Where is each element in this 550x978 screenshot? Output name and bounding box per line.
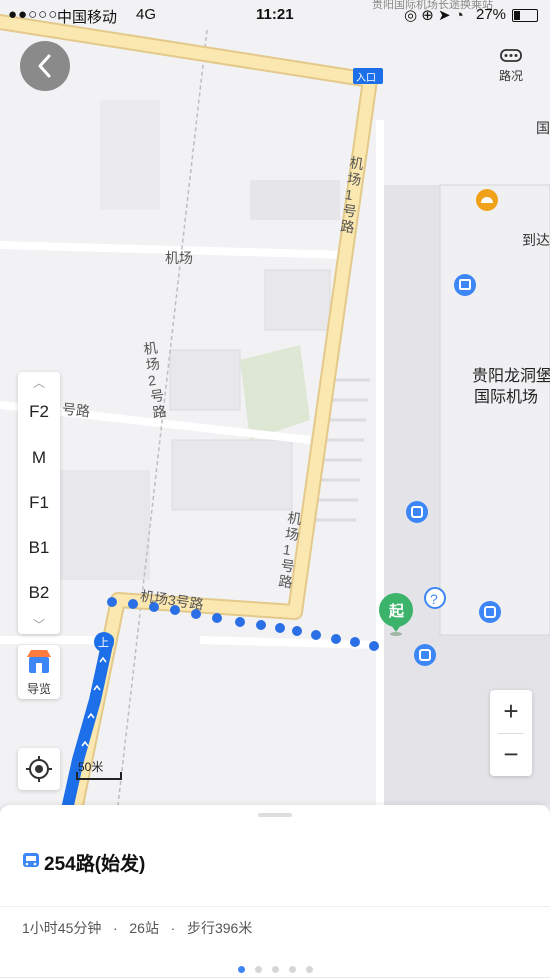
map-label-airport: 机场 bbox=[165, 250, 193, 266]
map-label-road-left: 号路 bbox=[61, 400, 91, 420]
poi-parking-icon bbox=[406, 501, 428, 523]
map-label-arrival: 到达 bbox=[522, 232, 550, 248]
sheet-divider bbox=[0, 906, 550, 907]
traffic-icon bbox=[500, 49, 522, 62]
status-bar: ●●○○○ 中国移动 4G 11:21 ◎ ⊕ ➤ ◔ 27% bbox=[0, 0, 550, 30]
poi-parking-icon bbox=[414, 644, 436, 666]
traffic-label: 路况 bbox=[498, 69, 523, 83]
page-indicator[interactable] bbox=[0, 960, 550, 978]
start-marker-label: 起 bbox=[389, 603, 405, 620]
network-type: 4G bbox=[136, 6, 157, 23]
route-sheet[interactable]: 254路(始发) 1小时45分钟 · 26站 · 步行396米 bbox=[0, 805, 550, 977]
zoom-in-button[interactable]: + bbox=[490, 690, 532, 733]
chevron-down-icon[interactable]: ﹀ bbox=[18, 616, 60, 633]
floor-option[interactable]: F2 bbox=[18, 402, 60, 422]
page-dot[interactable] bbox=[305, 966, 313, 973]
zoom-control: + − bbox=[490, 690, 532, 776]
guide-label: 导览 bbox=[26, 682, 51, 696]
route-duration: 1小时45分钟 bbox=[22, 920, 102, 936]
store-icon bbox=[27, 650, 51, 673]
floor-option[interactable]: M bbox=[18, 448, 60, 468]
signal-icon: ●●○○○ bbox=[8, 6, 59, 23]
route-summary: 1小时45分钟 · 26站 · 步行396米 bbox=[22, 918, 252, 938]
status-icons: ◎ ⊕ ➤ ◔ bbox=[404, 7, 464, 24]
guide-button[interactable]: 导览 bbox=[18, 645, 60, 699]
sheet-handle[interactable] bbox=[258, 813, 292, 817]
locate-icon bbox=[26, 756, 52, 782]
bus-icon bbox=[23, 853, 39, 867]
zoom-out-button[interactable]: − bbox=[490, 733, 532, 776]
board-marker-label: 上 bbox=[98, 637, 109, 649]
scale-bar bbox=[76, 772, 122, 780]
floor-option[interactable]: B2 bbox=[18, 583, 60, 603]
map-view[interactable]: ? 贵阳国际机场长途换乘站 机场 机场1号路 机场1号路 机场2号路 机场3号路… bbox=[0, 0, 550, 805]
chevron-left-icon bbox=[38, 54, 51, 78]
page-dot[interactable] bbox=[288, 966, 296, 973]
route-stops: 26站 bbox=[129, 920, 159, 936]
floor-option[interactable]: B1 bbox=[18, 538, 60, 558]
floor-selector: ︿ F2 M F1 B1 B2 ﹀ bbox=[18, 372, 60, 634]
map-label-edge: 国 bbox=[536, 120, 550, 136]
chevron-up-icon[interactable]: ︿ bbox=[18, 374, 60, 391]
route-title: 254路(始发) bbox=[44, 854, 146, 875]
page-dot[interactable] bbox=[254, 966, 262, 973]
battery-icon bbox=[512, 9, 538, 22]
poi-bus-icon bbox=[454, 274, 476, 296]
map-label-terminal-line2: 国际机场 bbox=[474, 389, 539, 406]
carrier-name: 中国移动 bbox=[57, 9, 118, 26]
back-button[interactable] bbox=[20, 41, 70, 91]
page-dot[interactable] bbox=[237, 966, 245, 973]
battery-percent: 27% bbox=[476, 6, 507, 23]
floor-option[interactable]: F1 bbox=[18, 493, 60, 513]
clock: 11:21 bbox=[256, 6, 294, 23]
route-walk: 步行396米 bbox=[186, 920, 253, 936]
page-dot[interactable] bbox=[271, 966, 279, 973]
locate-button[interactable] bbox=[18, 748, 60, 790]
traffic-toggle[interactable]: 路况 bbox=[490, 44, 532, 88]
poi-parking-icon bbox=[479, 601, 501, 623]
svg-text:?: ? bbox=[430, 591, 438, 607]
entrance-label: 入口 bbox=[356, 73, 376, 84]
